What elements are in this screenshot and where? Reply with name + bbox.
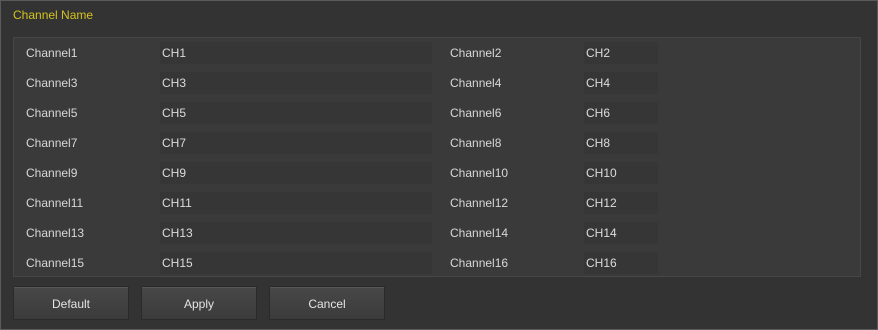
channel-name-field[interactable]: CH12 [584,192,658,214]
channel-label: Channel16 [450,256,509,270]
channel-name-field[interactable]: CH2 [584,42,658,64]
channel-label: Channel13 [26,226,85,240]
channel-name-field[interactable]: CH3 [160,72,432,94]
channel-label: Channel1 [26,46,78,60]
channel-name-field[interactable]: CH6 [584,102,658,124]
channel-label: Channel7 [26,136,78,150]
channel-row: Channel1 CH1 Channel2 CH2 [14,38,860,68]
channel-name-field[interactable]: CH11 [160,192,432,214]
channel-row: Channel13 CH13 Channel14 CH14 [14,218,860,248]
channel-row: Channel15 CH15 Channel16 CH16 [14,248,860,278]
channel-list-panel: Channel1 CH1 Channel2 CH2 Channel3 CH3 C… [13,37,861,277]
channel-label: Channel5 [26,106,78,120]
channel-name-field[interactable]: CH15 [160,252,432,274]
section-title: Channel Name [13,8,94,22]
channel-label: Channel10 [450,166,509,180]
channel-name-field[interactable]: CH4 [584,72,658,94]
channel-name-field[interactable]: CH5 [160,102,432,124]
channel-row: Channel7 CH7 Channel8 CH8 [14,128,860,158]
channel-name-field[interactable]: CH8 [584,132,658,154]
channel-label: Channel14 [450,226,509,240]
apply-button[interactable]: Apply [141,286,257,320]
channel-row: Channel5 CH5 Channel6 CH6 [14,98,860,128]
channel-label: Channel12 [450,196,509,210]
channel-name-field[interactable]: CH1 [160,42,432,64]
channel-name-field[interactable]: CH10 [584,162,658,184]
cancel-button[interactable]: Cancel [269,286,385,320]
channel-name-field[interactable]: CH16 [584,252,658,274]
channel-label: Channel2 [450,46,502,60]
default-button[interactable]: Default [13,286,129,320]
channel-label: Channel6 [450,106,502,120]
channel-label: Channel15 [26,256,85,270]
channel-name-window: Channel Name Channel1 CH1 Channel2 CH2 C… [0,0,878,330]
channel-row: Channel9 CH9 Channel10 CH10 [14,158,860,188]
channel-label: Channel3 [26,76,78,90]
channel-name-field[interactable]: CH7 [160,132,432,154]
channel-name-field[interactable]: CH14 [584,222,658,244]
channel-row: Channel3 CH3 Channel4 CH4 [14,68,860,98]
channel-row: Channel11 CH11 Channel12 CH12 [14,188,860,218]
channel-label: Channel11 [26,196,84,210]
channel-name-field[interactable]: CH9 [160,162,432,184]
channel-label: Channel4 [450,76,502,90]
channel-name-field[interactable]: CH13 [160,222,432,244]
channel-label: Channel9 [26,166,78,180]
channel-label: Channel8 [450,136,502,150]
